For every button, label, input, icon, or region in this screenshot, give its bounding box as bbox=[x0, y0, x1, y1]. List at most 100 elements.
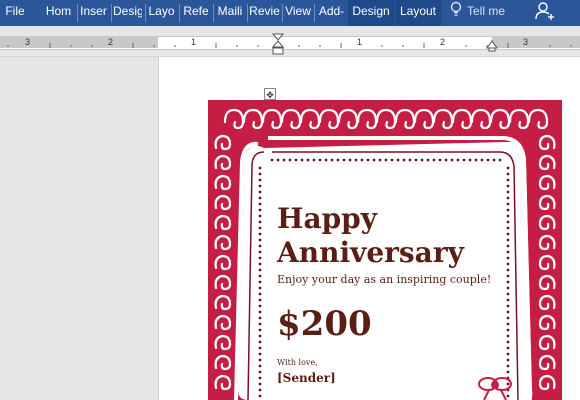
border-dot bbox=[378, 158, 382, 162]
tab-home[interactable]: Hom bbox=[44, 0, 73, 26]
border-dot bbox=[498, 158, 502, 162]
tab-file[interactable]: File bbox=[0, 0, 30, 26]
share-icon[interactable] bbox=[532, 0, 558, 24]
border-dot bbox=[444, 158, 448, 162]
card-sender: [Sender] bbox=[277, 371, 336, 385]
border-dot bbox=[258, 292, 262, 296]
border-dot bbox=[506, 178, 510, 182]
border-dot bbox=[506, 262, 510, 266]
border-dot bbox=[506, 166, 510, 170]
card-title-line1: Happy bbox=[277, 202, 378, 235]
border-dot bbox=[506, 274, 510, 278]
gift-certificate-card[interactable]: Happy Anniversary Enjoy your day as an i… bbox=[208, 100, 562, 400]
border-dot bbox=[258, 190, 262, 194]
border-dot bbox=[506, 172, 510, 176]
tab-mailings[interactable]: Maili bbox=[215, 0, 245, 26]
border-dot bbox=[258, 274, 262, 278]
tab-separator bbox=[247, 4, 248, 22]
border-dot bbox=[462, 158, 466, 162]
border-dot bbox=[270, 158, 274, 162]
tab-separator bbox=[314, 4, 315, 22]
tab-review[interactable]: Revie bbox=[249, 0, 280, 26]
border-dot bbox=[384, 158, 388, 162]
table-move-handle-icon[interactable]: ✥ bbox=[264, 88, 276, 100]
border-dot bbox=[468, 158, 472, 162]
border-dot bbox=[276, 158, 280, 162]
border-dot bbox=[258, 220, 262, 224]
tell-me-search[interactable]: Tell me bbox=[449, 0, 505, 26]
border-dot bbox=[258, 262, 262, 266]
border-dot bbox=[258, 334, 262, 338]
tab-design[interactable]: Desig bbox=[113, 0, 142, 26]
border-dot bbox=[506, 280, 510, 284]
tab-design-label: Desig bbox=[113, 4, 142, 18]
border-dot bbox=[506, 298, 510, 302]
tab-references-label: Refe bbox=[183, 4, 209, 18]
border-dot bbox=[402, 158, 406, 162]
border-dot bbox=[506, 310, 510, 314]
border-dot bbox=[506, 358, 510, 362]
tab-addins-label: Add- bbox=[318, 4, 345, 18]
border-dot bbox=[506, 346, 510, 350]
border-dot bbox=[506, 190, 510, 194]
border-dot bbox=[506, 352, 510, 356]
border-dot bbox=[258, 202, 262, 206]
tab-file-label: File bbox=[5, 4, 25, 18]
border-dot bbox=[450, 158, 454, 162]
border-dot bbox=[282, 158, 286, 162]
gift-bow-icon bbox=[478, 377, 512, 400]
border-dot bbox=[474, 158, 478, 162]
border-dot bbox=[306, 158, 310, 162]
border-dot bbox=[506, 292, 510, 296]
border-dot bbox=[258, 310, 262, 314]
border-dot bbox=[300, 158, 304, 162]
tab-table-layout-label: Layout bbox=[399, 4, 437, 18]
tab-insert-label: Inser bbox=[80, 4, 107, 18]
tab-separator bbox=[111, 4, 112, 22]
border-dot bbox=[258, 232, 262, 236]
border-dot bbox=[258, 256, 262, 260]
border-dot bbox=[258, 364, 262, 368]
indent-marker[interactable] bbox=[271, 30, 285, 56]
border-dot bbox=[330, 158, 334, 162]
border-dot bbox=[258, 316, 262, 320]
right-indent-marker[interactable] bbox=[485, 38, 499, 52]
border-dot bbox=[506, 340, 510, 344]
tab-layout[interactable]: Layo bbox=[147, 0, 176, 26]
border-dot bbox=[408, 158, 412, 162]
tell-me-label: Tell me bbox=[467, 4, 506, 18]
border-dot bbox=[258, 280, 262, 284]
card-subtitle: Enjoy your day as an inspiring couple! bbox=[277, 273, 492, 286]
border-dot bbox=[506, 184, 510, 188]
tab-layout-label: Layo bbox=[148, 4, 175, 18]
border-dot bbox=[366, 158, 370, 162]
tab-separator bbox=[145, 4, 146, 22]
card-title-line2: Anniversary bbox=[277, 236, 464, 269]
border-dot bbox=[506, 232, 510, 236]
border-dot bbox=[258, 250, 262, 254]
border-dot bbox=[258, 238, 262, 242]
border-dot bbox=[432, 158, 436, 162]
tab-table-design[interactable]: Design bbox=[348, 0, 394, 26]
tab-table-layout[interactable]: Layout bbox=[395, 0, 441, 26]
tab-separator bbox=[282, 4, 283, 22]
border-dot bbox=[258, 340, 262, 344]
border-dot bbox=[258, 328, 262, 332]
border-dot bbox=[360, 158, 364, 162]
tab-view[interactable]: View bbox=[284, 0, 312, 26]
tab-home-label: Hom bbox=[45, 4, 72, 18]
border-dot bbox=[258, 382, 262, 386]
border-dot bbox=[258, 178, 262, 182]
border-dot bbox=[506, 304, 510, 308]
tab-review-label: Revie bbox=[249, 4, 280, 18]
tab-references[interactable]: Refe bbox=[181, 0, 211, 26]
tab-addins[interactable]: Add- bbox=[316, 0, 347, 26]
tab-mailings-label: Maili bbox=[217, 4, 243, 18]
border-dot bbox=[258, 244, 262, 248]
border-dot bbox=[372, 158, 376, 162]
border-dot bbox=[258, 286, 262, 290]
border-dot bbox=[258, 388, 262, 392]
tab-insert[interactable]: Inser bbox=[79, 0, 108, 26]
border-dot bbox=[258, 346, 262, 350]
card-amount: $200 bbox=[277, 304, 372, 344]
